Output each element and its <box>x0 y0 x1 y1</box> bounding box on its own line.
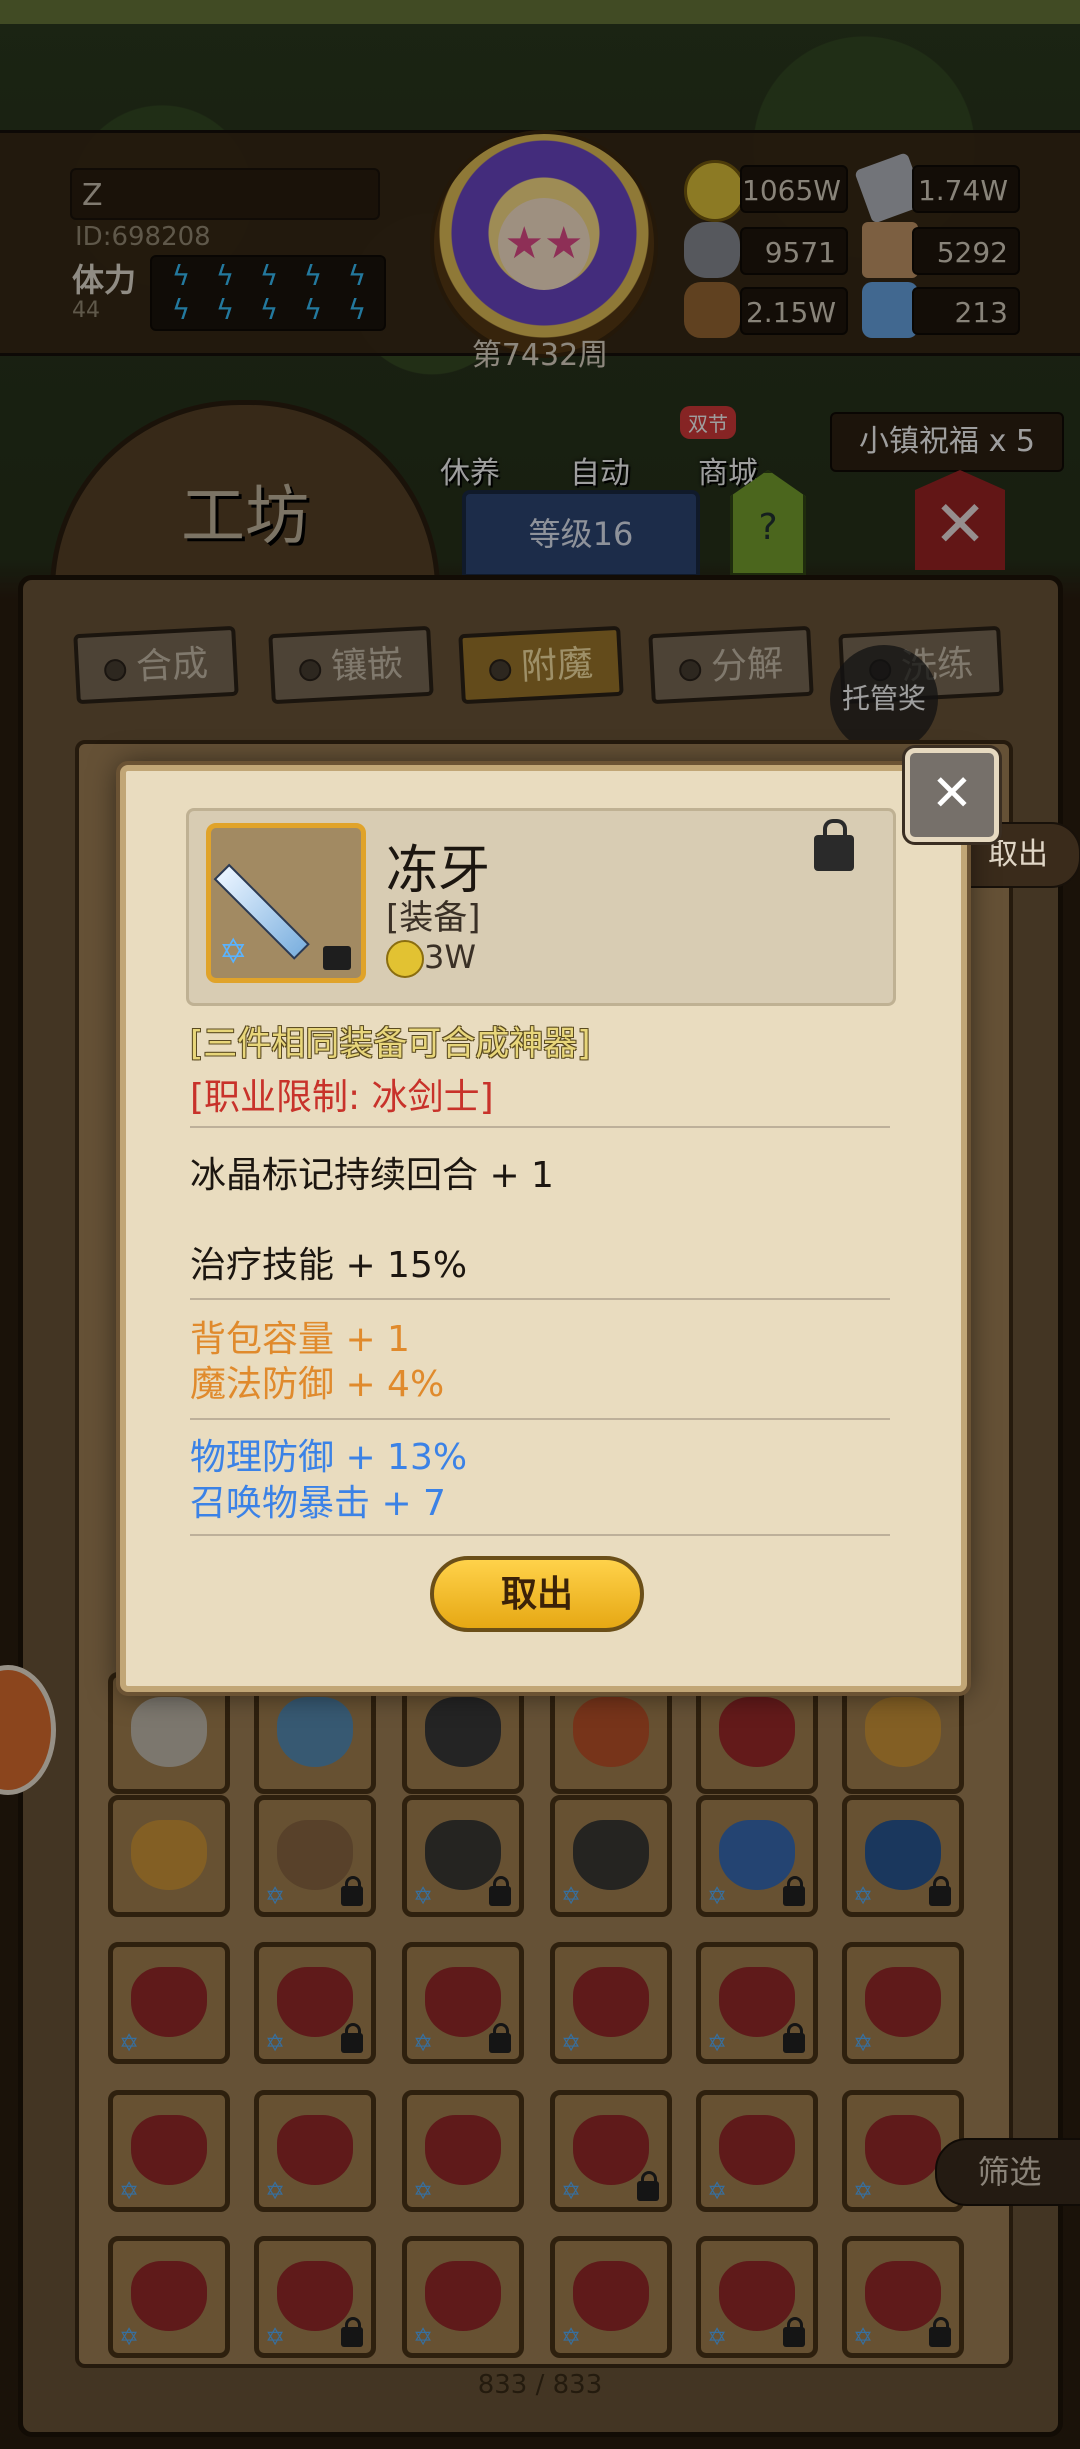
divider <box>190 1298 890 1300</box>
item-type: [装备] <box>386 898 481 938</box>
lock-icon <box>323 946 351 970</box>
close-icon[interactable]: ✕ <box>905 748 999 842</box>
gold-coin-icon <box>386 940 424 978</box>
stat-line: 冰晶标记持续回合 + 1 <box>190 1155 554 1196</box>
lock-icon[interactable] <box>814 819 854 871</box>
stat-line: 治疗技能 + 15% <box>190 1245 468 1286</box>
divider <box>190 1126 890 1128</box>
stat-line-blue: 物理防御 + 13% <box>190 1437 468 1478</box>
divider <box>190 1534 890 1536</box>
sword-icon: ✡ <box>206 823 366 983</box>
takeout-button[interactable]: 取出 <box>430 1556 644 1632</box>
star-of-david-icon: ✡ <box>219 932 248 972</box>
item-price: 3W <box>424 938 476 976</box>
stat-line-blue: 召唤物暴击 + 7 <box>190 1483 446 1524</box>
divider <box>190 1418 890 1420</box>
class-restriction: [职业限制: 冰剑士] <box>190 1077 494 1118</box>
artifact-hint: [三件相同装备可合成神器] <box>190 1024 591 1064</box>
stat-line-orange: 魔法防御 + 4% <box>190 1364 445 1405</box>
